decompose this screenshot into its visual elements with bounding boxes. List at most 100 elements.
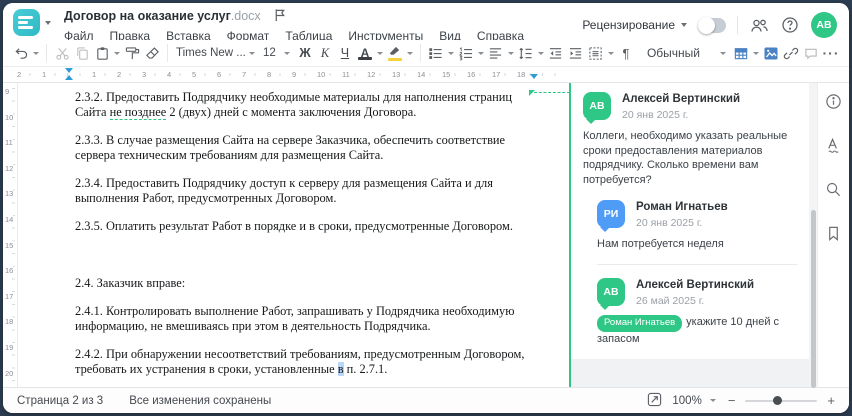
font-size-select[interactable]: 12 — [260, 45, 295, 61]
vertical-scrollbar[interactable] — [809, 83, 817, 388]
zoom-value: 100% — [672, 394, 702, 407]
h-ruler-number: 1 — [41, 69, 48, 79]
paste-icon[interactable] — [92, 42, 112, 64]
font-color-caret-icon[interactable] — [376, 51, 383, 55]
h-ruler-number: 6 — [216, 69, 223, 79]
clear-style-icon[interactable] — [142, 42, 162, 64]
fit-width-icon[interactable] — [647, 392, 662, 410]
zoom-slider[interactable] — [745, 396, 818, 405]
app-window: Договор на оказание услуг .docx Файл Пра… — [3, 3, 849, 413]
pilcrow-icon[interactable] — [616, 42, 636, 64]
user-avatar[interactable]: АВ — [811, 12, 837, 38]
paragraph-settings-caret-icon[interactable] — [607, 51, 614, 55]
link-icon[interactable] — [781, 42, 801, 64]
help-icon[interactable] — [780, 14, 800, 36]
bold-button[interactable]: Ж — [295, 42, 315, 64]
right-indent-marker[interactable] — [530, 74, 538, 79]
comment-reply-1[interactable]: РИ Роман Игнатьев 20 янв 2025 г. Нам пот… — [597, 200, 797, 252]
image-icon[interactable] — [761, 42, 781, 64]
align-left-icon[interactable] — [486, 42, 506, 64]
comment-1-author: Алексей Вертинский — [622, 93, 741, 105]
underline-button[interactable]: Ч — [335, 42, 355, 64]
reply-2-avatar: АВ — [597, 277, 625, 310]
copy-icon[interactable] — [72, 42, 92, 64]
comment-anchor-text[interactable]: не позднее — [109, 105, 167, 120]
v-ruler-number: 12 — [5, 163, 14, 173]
paste-caret-icon[interactable] — [114, 51, 120, 55]
scrollbar-thumb[interactable] — [810, 210, 816, 388]
reply-1-avatar: РИ — [597, 200, 625, 232]
review-caret-icon — [681, 23, 687, 27]
numbered-list-icon[interactable] — [456, 42, 476, 64]
bullet-list-icon[interactable] — [426, 42, 446, 64]
italic-button[interactable]: К — [315, 42, 335, 64]
paragraph-settings-icon[interactable] — [586, 42, 606, 64]
numbered-list-caret-icon[interactable] — [477, 51, 484, 55]
paragraph-2-3-5[interactable]: 2.3.5. Оплатить результат Работ в порядк… — [75, 219, 537, 234]
h-ruler-number: 5 — [191, 69, 198, 79]
format-painter-icon[interactable] — [122, 42, 142, 64]
font-color-button[interactable]: А — [357, 46, 373, 60]
comment-1-header: АВ Алексей Вертинский 20 янв 2025 г. — [583, 92, 797, 124]
zoom-in-button[interactable]: + — [827, 394, 835, 407]
collaboration-icon[interactable] — [749, 14, 769, 36]
highlight-caret-icon[interactable] — [406, 51, 413, 55]
app-menu-caret-icon[interactable] — [45, 20, 51, 25]
table-icon[interactable] — [731, 42, 751, 64]
paragraph-2-3-3[interactable]: 2.3.3. В случае размещения Сайта на серв… — [75, 133, 537, 163]
app-logo-icon[interactable] — [13, 9, 40, 36]
comment-thread-card[interactable]: АВ Алексей Вертинский 20 янв 2025 г. Кол… — [571, 83, 809, 359]
bookmark-icon[interactable] — [824, 224, 843, 243]
h-ruler-number: 13 — [391, 69, 402, 79]
top-bar: Договор на оказание услуг .docx Файл Пра… — [3, 3, 849, 43]
line-spacing-icon[interactable] — [516, 42, 536, 64]
search-icon[interactable] — [824, 180, 843, 199]
header-divider — [737, 16, 738, 34]
favorite-flag-icon[interactable] — [273, 8, 286, 25]
document-text[interactable]: 2.3.2. Предоставить Подрядчику необходим… — [18, 83, 569, 387]
paragraph-2-3-2[interactable]: 2.3.2. Предоставить Подрядчику необходим… — [75, 90, 537, 120]
highlight-color-button[interactable] — [385, 42, 405, 64]
v-ruler-number: 16 — [5, 266, 14, 276]
comment-icon[interactable] — [801, 42, 821, 64]
document-extension: .docx — [230, 9, 261, 23]
paragraph-2-4-2[interactable]: 2.4.2. При обнаружении несоответствий тр… — [75, 347, 537, 377]
left-indent-marker[interactable] — [65, 75, 73, 80]
info-icon[interactable] — [824, 92, 843, 111]
spellcheck-icon[interactable] — [824, 136, 843, 155]
document-page[interactable]: 2.3.2. Предоставить Подрядчику необходим… — [18, 83, 569, 387]
paragraph-2-4[interactable]: 2.4. Заказчик вправе: — [75, 276, 537, 291]
align-caret-icon[interactable] — [507, 51, 514, 55]
v-ruler-number: 13 — [5, 189, 14, 199]
paragraph-2-4-1[interactable]: 2.4.1. Контролировать выполнение Работ, … — [75, 304, 537, 334]
v-ruler-number: 15 — [5, 240, 14, 250]
zoom-out-button[interactable]: − — [728, 394, 736, 407]
paragraph-style-caret-icon — [720, 51, 726, 55]
zoom-slider-handle[interactable] — [772, 396, 782, 405]
review-toggle[interactable] — [698, 16, 726, 34]
undo-caret-icon[interactable] — [33, 51, 39, 55]
line-spacing-caret-icon[interactable] — [537, 51, 544, 55]
review-mode-button[interactable]: Рецензирование — [582, 18, 687, 32]
table-caret-icon[interactable] — [753, 51, 759, 55]
mention-badge[interactable]: Роман Игнатьев — [597, 314, 683, 332]
paragraph-style-select[interactable]: Обычный — [644, 44, 731, 62]
zoom-select[interactable]: 100% — [672, 395, 717, 407]
comments-panel: АВ Алексей Вертинский 20 янв 2025 г. Кол… — [571, 83, 809, 387]
cut-icon[interactable] — [52, 42, 72, 64]
font-name-select[interactable]: Times New ... — [173, 45, 260, 61]
indent-icon[interactable] — [566, 42, 586, 64]
undo-icon[interactable] — [11, 42, 31, 64]
comment-reply-2[interactable]: АВ Алексей Вертинский 26 май 2025 г. Ром… — [597, 277, 797, 347]
outdent-icon[interactable] — [546, 42, 566, 64]
font-size-caret-icon — [283, 51, 290, 55]
paragraph-2-3-4[interactable]: 2.3.4. Предоставить Подрядчику доступ к … — [75, 176, 537, 206]
page-indicator[interactable]: Страница 2 из 3 — [17, 395, 103, 407]
first-line-indent-marker[interactable] — [65, 68, 73, 73]
bullet-list-caret-icon[interactable] — [447, 51, 454, 55]
h-ruler-number: 1 — [91, 69, 98, 79]
h-ruler-number: 10 — [316, 69, 327, 79]
vertical-ruler[interactable]: 9 10 11 12 13 14 15 16 17 18 19 20 — [3, 83, 18, 387]
more-tools-icon[interactable] — [821, 42, 841, 64]
horizontal-ruler[interactable]: 2 1 1 2 3 4 5 6 7 8 9 10 11 12 13 14 15 16 17 18 — [3, 67, 849, 83]
